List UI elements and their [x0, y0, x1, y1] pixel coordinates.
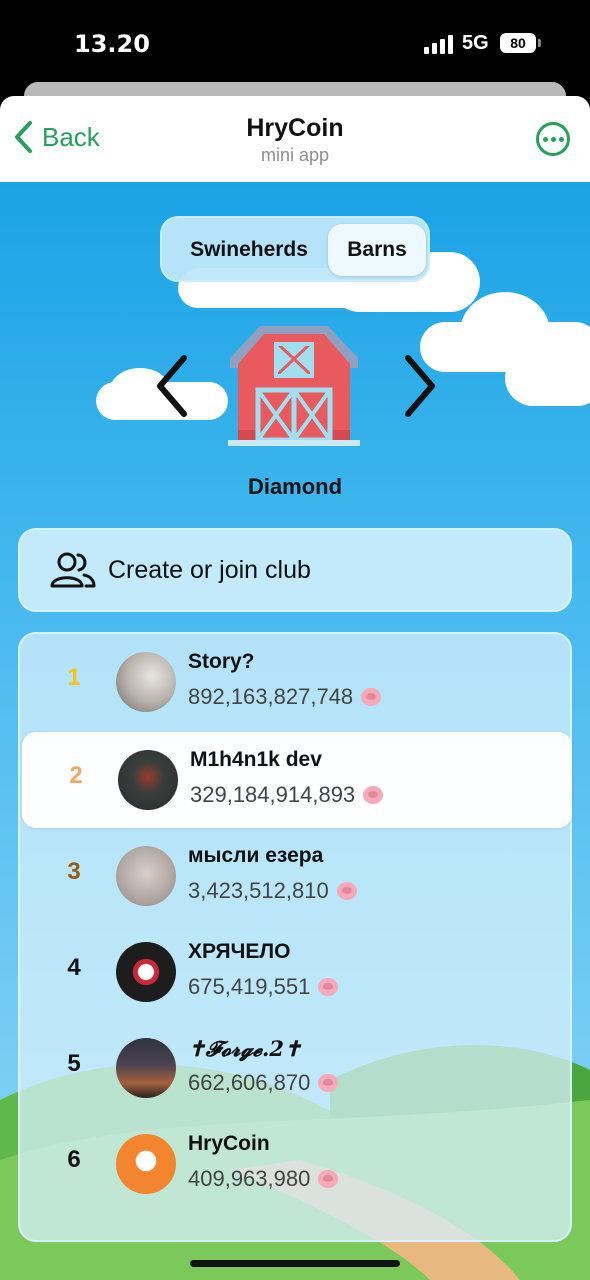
league-name: Diamond [247, 474, 343, 499]
score-value: 662,606,870 [188, 1070, 311, 1095]
tab-swineherds[interactable]: Swineherds [170, 224, 328, 276]
signal-icon [424, 34, 454, 54]
pig-coin-icon [363, 786, 384, 804]
player-score: 329,184,914,893 [190, 782, 384, 808]
pig-coin-icon [361, 688, 382, 706]
score-value: 892,163,827,748 [188, 684, 354, 709]
chevron-left-icon[interactable] [152, 354, 192, 418]
chevron-right-icon[interactable] [400, 354, 440, 418]
score-value: 675,419,551 [188, 974, 311, 999]
status-bar: 13.20 5G 80 [0, 0, 590, 90]
battery-icon: 80 [500, 33, 541, 53]
avatar [118, 750, 178, 810]
network-type: 5G [462, 32, 489, 54]
leaderboard-row[interactable]: 5 ✝𝓕𝓸𝓻𝓰𝓮.2✝ 662,606,870 [20, 1020, 574, 1116]
app-title: HryCoin [246, 114, 344, 142]
leaderboard-row[interactable]: 4 ХРЯЧЕЛО 675,419,551 [20, 924, 574, 1020]
rank-number: 6 [67, 1146, 81, 1173]
player-name: Story? [188, 650, 255, 673]
users-icon [50, 552, 96, 588]
rank-number: 3 [67, 858, 81, 885]
pig-coin-icon [318, 1170, 339, 1188]
leaderboard-row[interactable]: 6 HryCoin 409,963,980 [20, 1116, 574, 1212]
player-score: 892,163,827,748 [188, 684, 382, 710]
app-header: Back HryCoin mini app [0, 96, 590, 182]
rank-number: 4 [67, 954, 81, 981]
score-value: 329,184,914,893 [190, 782, 356, 807]
segmented-tabs: Swineherds Barns [160, 216, 430, 282]
avatar [116, 1134, 176, 1194]
score-value: 3,423,512,810 [188, 878, 329, 903]
player-name: M1h4n1k dev [190, 748, 322, 771]
leaderboard: 1 Story? 892,163,827,748 2 M1h4n1k dev 3… [18, 632, 572, 1242]
rank-number: 2 [69, 762, 83, 789]
player-name: ✝𝓕𝓸𝓻𝓰𝓮.2✝ [188, 1036, 302, 1061]
barn-icon [228, 326, 360, 446]
player-score: 662,606,870 [188, 1070, 339, 1096]
rank-number: 1 [67, 664, 81, 691]
rank-number: 5 [67, 1050, 81, 1077]
player-name: HryCoin [188, 1132, 270, 1155]
more-options-icon[interactable] [536, 122, 570, 156]
avatar [116, 1038, 176, 1098]
cloud [505, 350, 590, 406]
leaderboard-row[interactable]: 1 Story? 892,163,827,748 [20, 634, 574, 730]
create-join-club-label: Create or join club [108, 555, 311, 584]
avatar [116, 846, 176, 906]
leaderboard-row[interactable]: 3 мысли езера 3,423,512,810 [20, 828, 574, 924]
pig-coin-icon [318, 1074, 339, 1092]
game-scene: Swineherds Barns Diamond Create or join … [0, 182, 590, 1280]
tab-barns[interactable]: Barns [328, 224, 426, 276]
avatar [116, 652, 176, 712]
player-name: мысли езера [188, 844, 324, 867]
score-value: 409,963,980 [188, 1166, 311, 1191]
player-score: 675,419,551 [188, 974, 339, 1000]
pig-coin-icon [318, 978, 339, 996]
player-score: 3,423,512,810 [188, 878, 357, 904]
player-score: 409,963,980 [188, 1166, 339, 1192]
avatar [116, 942, 176, 1002]
create-join-club-button[interactable]: Create or join club [18, 528, 572, 612]
clock: 13.20 [74, 30, 150, 58]
app-subtitle: mini app [260, 145, 330, 165]
home-indicator [190, 1260, 400, 1267]
leaderboard-row[interactable]: 2 M1h4n1k dev 329,184,914,893 [22, 732, 572, 828]
player-name: ХРЯЧЕЛО [188, 940, 291, 963]
pig-coin-icon [336, 882, 357, 900]
